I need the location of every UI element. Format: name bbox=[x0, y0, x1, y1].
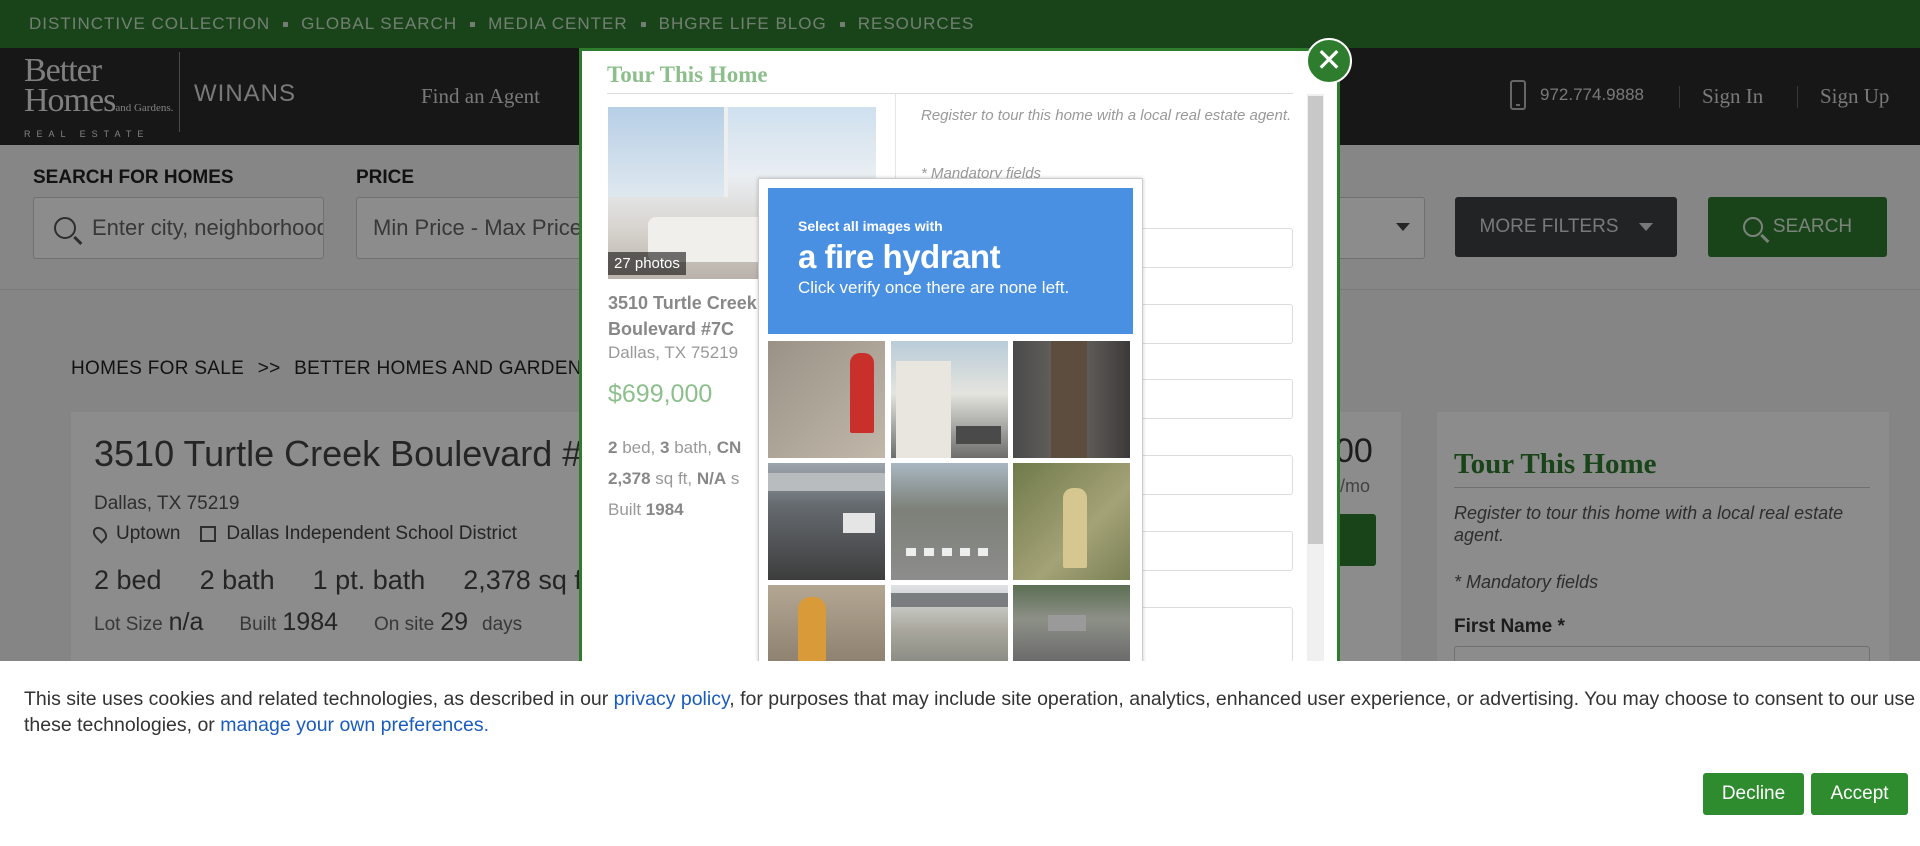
modal-register-text: Register to tour this home with a local … bbox=[921, 107, 1292, 124]
captcha-tile[interactable] bbox=[1013, 463, 1130, 580]
modal-sqft-text: sq ft, bbox=[650, 469, 697, 488]
captcha-tile[interactable] bbox=[1013, 341, 1130, 458]
decline-button[interactable]: Decline bbox=[1703, 773, 1804, 815]
privacy-policy-link[interactable]: privacy policy bbox=[614, 688, 730, 710]
manage-preferences-link[interactable]: manage your own preferences. bbox=[220, 714, 489, 736]
modal-built-text: Built bbox=[608, 500, 646, 519]
tile-crosswalk bbox=[906, 548, 996, 556]
modal-type: CN bbox=[716, 438, 742, 457]
tile-tree-trunk bbox=[1051, 341, 1087, 458]
tile-car bbox=[1048, 615, 1086, 631]
fire-hydrant-image bbox=[798, 597, 826, 661]
tile-building bbox=[896, 361, 951, 458]
modal-facts-line1: 2 bed, 3 bath, CN bbox=[608, 432, 768, 463]
modal-city: Dallas, TX 75219 bbox=[608, 343, 739, 362]
modal-title: Tour This Home bbox=[607, 62, 768, 87]
fire-hydrant-image bbox=[850, 353, 874, 433]
tile-overpass bbox=[768, 473, 885, 491]
modal-facts: 2 bed, 3 bath, CN 2,378 sq ft, N/A s Bui… bbox=[608, 432, 768, 525]
modal-facts-line2: 2,378 sq ft, N/A s bbox=[608, 463, 768, 494]
captcha-header: Select all images with a fire hydrant Cl… bbox=[768, 188, 1133, 334]
captcha-tile[interactable] bbox=[891, 585, 1008, 661]
photo-count-badge[interactable]: 27 photos bbox=[608, 252, 686, 275]
modal-facts-line3: Built 1984 bbox=[608, 494, 768, 525]
fire-hydrant-image bbox=[1063, 488, 1087, 568]
captcha-target: a fire hydrant bbox=[798, 238, 1001, 275]
captcha-tile[interactable] bbox=[768, 463, 885, 580]
tile-overpass bbox=[891, 593, 1008, 607]
captcha-instruction: Select all images with bbox=[798, 218, 943, 234]
modal-price: $699,000 bbox=[608, 380, 713, 408]
modal-beds-text: bed, bbox=[617, 438, 661, 457]
tile-car bbox=[956, 426, 1001, 444]
cookie-text: This site uses cookies and related techn… bbox=[24, 686, 1920, 738]
modal-divider bbox=[607, 93, 1293, 94]
cookie-text-part1: This site uses cookies and related techn… bbox=[24, 688, 614, 710]
captcha-tile[interactable] bbox=[768, 585, 885, 661]
tile-car bbox=[843, 513, 875, 533]
captcha-tile[interactable] bbox=[891, 341, 1008, 458]
captcha-hint: Click verify once there are none left. bbox=[798, 278, 1070, 297]
modal-lot: N/A bbox=[696, 469, 727, 488]
captcha-tile[interactable] bbox=[768, 341, 885, 458]
modal-baths-text: bath, bbox=[669, 438, 717, 457]
captcha-tile[interactable] bbox=[1013, 585, 1130, 661]
modal-sqft: 2,378 bbox=[608, 469, 651, 488]
close-modal-button[interactable]: ✕ bbox=[1306, 38, 1352, 84]
modal-address: 3510 Turtle Creek Boulevard #7C bbox=[608, 293, 757, 339]
photo-window bbox=[608, 107, 728, 197]
captcha-tile[interactable] bbox=[891, 463, 1008, 580]
modal-scrollbar-thumb[interactable] bbox=[1308, 96, 1323, 544]
accept-button[interactable]: Accept bbox=[1811, 773, 1908, 815]
modal-built: 1984 bbox=[645, 500, 684, 519]
modal-lot-text: s bbox=[726, 469, 740, 488]
